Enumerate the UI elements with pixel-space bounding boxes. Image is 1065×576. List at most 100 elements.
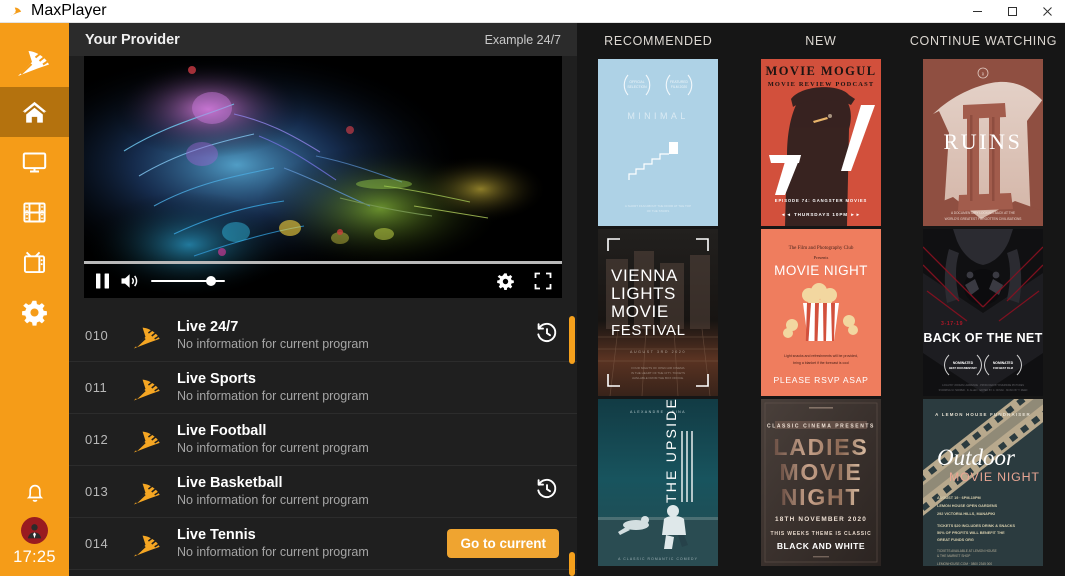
pause-button[interactable] <box>94 272 111 290</box>
sidebar-item-settings[interactable] <box>0 287 69 337</box>
poster-vienna-lights[interactable]: VIENNA LIGHTS MOVIE FESTIVAL AUGUST 3RD … <box>598 229 719 396</box>
channel-title: Live 24/7 <box>177 319 239 335</box>
svg-text:A FILM BY JORDAN LAWRENCE · PR: A FILM BY JORDAN LAWRENCE · PRODUCED BY … <box>943 384 1025 387</box>
player-controls-right <box>496 272 552 291</box>
sidebar-item-live-tv[interactable] <box>0 137 69 187</box>
channel-description: No information for current program <box>177 389 369 403</box>
maximize-button[interactable] <box>995 0 1030 23</box>
svg-text:FEATURED: FEATURED <box>670 80 689 84</box>
channel-action: Go to current <box>447 529 559 558</box>
rail-continue-watching: CONTINUE WATCHING R RUINS A DOCUMENTARY … <box>902 23 1065 576</box>
video-player[interactable] <box>84 56 562 298</box>
svg-text:OF THE STAIRS: OF THE STAIRS <box>647 209 669 213</box>
svg-text:bring a blanket if the forecas: bring a blanket if the forecast is cool <box>793 361 849 365</box>
poster-ruins[interactable]: R RUINS A DOCUMENTARY LOOKING BACK AT TH… <box>923 59 1044 226</box>
svg-text:NOMINATED: NOMINATED <box>953 361 974 365</box>
channel-description: No information for current program <box>177 493 369 507</box>
svg-text:FOR BEST FILM: FOR BEST FILM <box>994 366 1014 370</box>
svg-text:LEMONHOUSE.COM · 0800 2345: LEMONHOUSE.COM · 0800 2345 000 <box>937 562 992 566</box>
svg-text:LEMON HOUSE OPEN GARDENS: LEMON HOUSE OPEN GARDENS <box>937 504 998 508</box>
poster-ladies-movie-night[interactable]: CLASSIC CINEMA PRESENTS LADIES MOVIE NIG… <box>760 399 881 566</box>
poster-the-upside[interactable]: ALEXANDRE · NINA THE UPSIDE A CLASSIC RO… <box>598 399 719 566</box>
sidebar-brand-logo[interactable] <box>0 35 69 87</box>
volume-icon[interactable] <box>120 272 140 290</box>
channel-title: Live Tennis <box>177 527 256 543</box>
tv-icon <box>21 249 48 276</box>
channel-number: 014 <box>85 536 109 551</box>
volume-slider[interactable] <box>151 274 225 288</box>
poster-outdoor-movie-night[interactable]: A LEMON HOUSE FUNDRAISER Outdoor MOVIE N… <box>923 399 1044 566</box>
title-bar: MaxPlayer <box>0 0 1065 23</box>
user-avatar-icon[interactable] <box>21 517 48 544</box>
svg-text:50% OF PROFITS WILL BENEFIT TH: 50% OF PROFITS WILL BENEFIT THE <box>937 531 1005 535</box>
sidebar-item-series[interactable] <box>0 237 69 287</box>
svg-text:TICKETS $20 INCLUDES DRINK & S: TICKETS $20 INCLUDES DRINK & SNACKS <box>937 524 1016 528</box>
channel-list-scrollbar[interactable] <box>569 310 575 576</box>
channel-list-scroll-thumb-bottom[interactable] <box>569 552 575 576</box>
channel-logo-icon <box>131 425 177 455</box>
channel-row[interactable]: 014 Live Tennis No information for curre… <box>69 518 577 570</box>
rail-recommended: RECOMMENDED OFFICIAL SELECTION FEATURED FI… <box>577 23 740 576</box>
settings-gear-icon[interactable] <box>496 272 515 291</box>
svg-text:SELECTION: SELECTION <box>628 85 648 89</box>
channel-info: Live Sports No information for current p… <box>177 370 559 405</box>
player-header: Your Provider Example 24/7 <box>69 23 577 56</box>
svg-text:The Film and Photography Club: The Film and Photography Club <box>789 246 854 251</box>
svg-text:◄◄ THURSDAYS 10PM ►►: ◄◄ THURSDAYS 10PM ►► <box>781 212 861 217</box>
channel-number: 012 <box>85 432 109 447</box>
go-to-current-button[interactable]: Go to current <box>447 529 559 558</box>
svg-text:MOVIE NIGHT: MOVIE NIGHT <box>949 470 1040 484</box>
svg-text:EPISODE 74: GANGSTER MOVIES: EPISODE 74: GANGSTER MOVIES <box>775 198 867 203</box>
svg-text:OFFICIAL: OFFICIAL <box>630 80 645 84</box>
svg-text:STARRING M. HARPER · D. ALLEN: STARRING M. HARPER · D. ALLEN · EDITED B… <box>939 389 1028 392</box>
bell-icon <box>23 480 47 504</box>
channel-row[interactable]: 012 Live Football No information for cur… <box>69 414 577 466</box>
svg-text:BLACK AND WHITE: BLACK AND WHITE <box>777 541 865 551</box>
svg-text:MOVIE REVIEW PODCAST: MOVIE REVIEW PODCAST <box>768 81 875 88</box>
svg-text:NOMINATED: NOMINATED <box>993 361 1014 365</box>
close-button[interactable] <box>1030 0 1065 23</box>
rail-heading: NEW <box>805 34 837 48</box>
app-window: MaxPlayer 17:25 Your Provider Example 24… <box>0 0 1065 576</box>
minimize-button[interactable] <box>960 0 995 23</box>
svg-text:292 VICTORIA HILLS, MANAPIKI: 292 VICTORIA HILLS, MANAPIKI <box>937 512 995 516</box>
channel-number: 010 <box>85 328 109 343</box>
sidebar: 17:25 <box>0 23 69 576</box>
history-rewind-icon[interactable] <box>535 321 559 350</box>
channel-description: No information for current program <box>177 545 369 559</box>
history-rewind-icon[interactable] <box>535 477 559 506</box>
svg-text:AUGUST 19 · 6PM-10PM: AUGUST 19 · 6PM-10PM <box>937 496 981 500</box>
channel-row[interactable]: 013 Live Basketball No information for c… <box>69 466 577 518</box>
channel-description: No information for current program <box>177 337 369 351</box>
channel-title: Live Football <box>177 423 267 439</box>
poster-stairs-door[interactable]: OFFICIAL SELECTION FEATURED FILM 2020 MINI… <box>598 59 719 226</box>
svg-text:MOVIE MOGUL: MOVIE MOGUL <box>765 64 876 78</box>
svg-text:A LEMON HOUSE FUNDRAISER: A LEMON HOUSE FUNDRAISER <box>936 412 1032 417</box>
channel-description: No information for current program <box>177 441 369 455</box>
channel-row[interactable]: 011 Live Sports No information for curre… <box>69 362 577 414</box>
player-column: Your Provider Example 24/7 010 Live 24/7… <box>69 23 577 576</box>
svg-text:BACK OF THE NET: BACK OF THE NET <box>924 331 1043 345</box>
svg-text:A SHORT FILM ABOUT THE DOOR AT: A SHORT FILM ABOUT THE DOOR AT THE TOP <box>625 204 691 208</box>
sidebar-item-home[interactable] <box>0 87 69 137</box>
channel-row[interactable]: 010 Live 24/7 No information for current… <box>69 310 577 362</box>
channel-list-scroll-thumb[interactable] <box>569 316 575 364</box>
channel-logo-icon <box>131 373 177 403</box>
volume-knob[interactable] <box>206 276 216 286</box>
monitor-icon <box>21 149 48 176</box>
sidebar-item-notifications[interactable] <box>0 467 69 517</box>
svg-text:THIS WEEKS THEME IS CLASSIC: THIS WEEKS THEME IS CLASSIC <box>770 531 871 537</box>
fullscreen-icon[interactable] <box>534 272 552 290</box>
poster-movie-night-popcorn[interactable]: The Film and Photography Club Presents M… <box>760 229 881 396</box>
home-icon <box>21 99 48 126</box>
channel-title: Live Basketball <box>177 475 283 491</box>
channel-list[interactable]: 010 Live 24/7 No information for current… <box>69 310 577 576</box>
svg-text:A CLASSIC ROMANTIC COMEDY: A CLASSIC ROMANTIC COMEDY <box>618 557 698 561</box>
svg-text:18TH NOVEMBER 2020: 18TH NOVEMBER 2020 <box>775 516 867 523</box>
poster-back-of-the-net[interactable]: 3-17-19 BACK OF THE NET NOMINATED BEST DO… <box>923 229 1044 396</box>
svg-text:VIENNA: VIENNA <box>611 266 678 285</box>
poster-movie-mogul[interactable]: MOVIE MOGUL MOVIE REVIEW PODCAST EPISODE… <box>760 59 881 226</box>
channel-action <box>535 321 559 350</box>
channel-action <box>535 477 559 506</box>
sidebar-item-movies[interactable] <box>0 187 69 237</box>
